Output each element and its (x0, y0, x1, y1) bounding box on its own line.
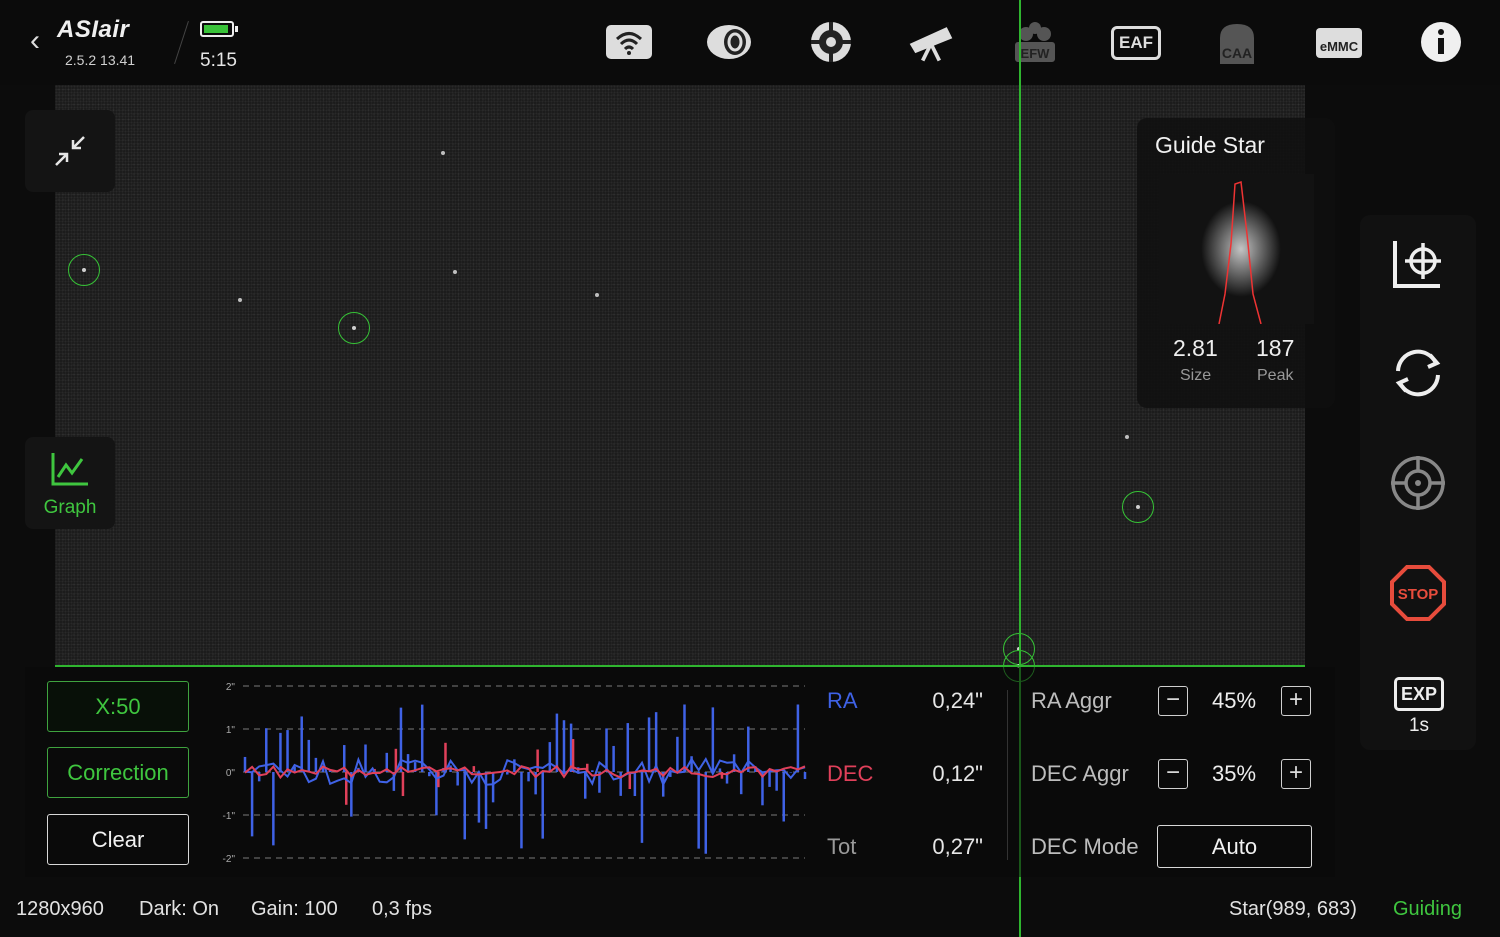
ra-value: 0,24" (932, 688, 983, 713)
divider (1007, 690, 1008, 860)
star-marker[interactable] (68, 254, 100, 286)
correction-button[interactable]: Correction (47, 747, 189, 798)
star (595, 293, 599, 297)
battery-icon (200, 21, 238, 37)
camera-view[interactable] (55, 85, 1305, 667)
status-resolution: 1280x960 (16, 898, 104, 920)
clear-button[interactable]: Clear (47, 814, 189, 865)
guide-icon[interactable] (806, 20, 856, 64)
target-icon (1391, 456, 1445, 510)
guide-star-thumbnail (1159, 174, 1314, 324)
top-bar: ‹ ASIair 2.5.2 13.41 5:15 EFW EAF CAA eM… (0, 0, 1500, 85)
guide-star-size: 2.81 (1173, 335, 1218, 361)
guide-target-button[interactable] (1388, 453, 1448, 513)
tot-label: Tot (827, 834, 857, 859)
star-marker[interactable] (1122, 491, 1154, 523)
status-star: Star(989, 683) (1229, 898, 1357, 920)
status-dark: Dark: On (139, 898, 220, 920)
exposure-button[interactable]: EXP (1394, 677, 1444, 711)
chart-icon (51, 453, 88, 486)
y-tick-label: 1" (226, 725, 236, 736)
stop-icon: STOP (1390, 565, 1446, 621)
guide-star-size-label: Size (1180, 367, 1212, 384)
caa-icon[interactable]: CAA (1212, 20, 1262, 64)
efw-icon[interactable]: EFW (1010, 20, 1060, 64)
ra-aggr-plus-button[interactable]: + (1281, 686, 1311, 716)
ra-label: RA (827, 688, 858, 713)
calibrate-button[interactable] (1388, 233, 1448, 293)
wifi-icon[interactable] (604, 20, 654, 64)
efw-text: EFW (1021, 46, 1051, 61)
x-scale-button[interactable]: X:50 (47, 681, 189, 732)
eaf-icon[interactable]: EAF (1111, 26, 1161, 60)
guide-star-peak-label: Peak (1257, 367, 1294, 384)
app-version: 2.5.2 13.41 (65, 52, 136, 68)
y-tick-label: -2" (223, 854, 236, 865)
ra-aggr-label: RA Aggr (1031, 688, 1112, 713)
dec-aggr-plus-button[interactable]: + (1281, 759, 1311, 789)
star (441, 151, 445, 155)
status-gain: Gain: 100 (251, 898, 338, 920)
calibrate-icon (1393, 241, 1441, 288)
star (453, 270, 457, 274)
camera-icon[interactable] (704, 20, 754, 64)
star-marker[interactable] (338, 312, 370, 344)
loop-button[interactable] (1388, 343, 1448, 403)
y-tick-label: 2" (226, 682, 236, 693)
stop-text: STOP (1398, 586, 1439, 603)
telescope-icon[interactable] (906, 20, 956, 64)
dec-mode-select[interactable]: Auto (1157, 825, 1312, 868)
y-tick-label: 0" (226, 768, 236, 779)
guide-star-peak: 187 (1256, 335, 1295, 361)
status-fps: 0,3 fps (372, 898, 433, 920)
minimize-icon (55, 136, 85, 166)
dec-aggr-label: DEC Aggr (1031, 761, 1129, 786)
tot-value: 0,27" (932, 834, 983, 859)
emmc-text: eMMC (1320, 39, 1359, 54)
app-logo: ASIair (57, 16, 130, 43)
status-guiding: Guiding (1393, 898, 1462, 920)
graph-button[interactable]: Graph (25, 437, 115, 529)
guide-star-panel: Guide Star 2.81 Size 187 Peak (1137, 118, 1335, 408)
guide-graph: 2" 1" 0" -1" -2" (215, 675, 815, 870)
dec-mode-label: DEC Mode (1031, 834, 1139, 859)
back-icon[interactable]: ‹ (30, 26, 54, 56)
star (1125, 435, 1129, 439)
divider (174, 20, 189, 65)
exposure-value: 1s (1408, 715, 1430, 736)
guide-star-title: Guide Star (1155, 132, 1265, 158)
info-icon[interactable] (1416, 20, 1466, 64)
dec-aggr-minus-button[interactable]: − (1158, 759, 1188, 789)
minimize-button[interactable] (25, 110, 115, 192)
battery-time: 5:15 (200, 50, 237, 71)
ra-aggr-value: 45% (1211, 688, 1257, 713)
star (238, 298, 242, 302)
graph-label: Graph (43, 497, 97, 518)
y-tick-label: -1" (223, 811, 236, 822)
dec-aggr-value: 35% (1211, 761, 1257, 786)
dec-label: DEC (827, 761, 874, 786)
dec-value: 0,12" (932, 761, 983, 786)
refresh-icon (1395, 349, 1441, 397)
stop-button[interactable]: STOP (1388, 563, 1448, 623)
emmc-icon[interactable]: eMMC (1314, 20, 1364, 64)
ra-aggr-minus-button[interactable]: − (1158, 686, 1188, 716)
caa-text: CAA (1222, 45, 1252, 61)
right-toolbar: STOP EXP 1s (1360, 215, 1476, 750)
